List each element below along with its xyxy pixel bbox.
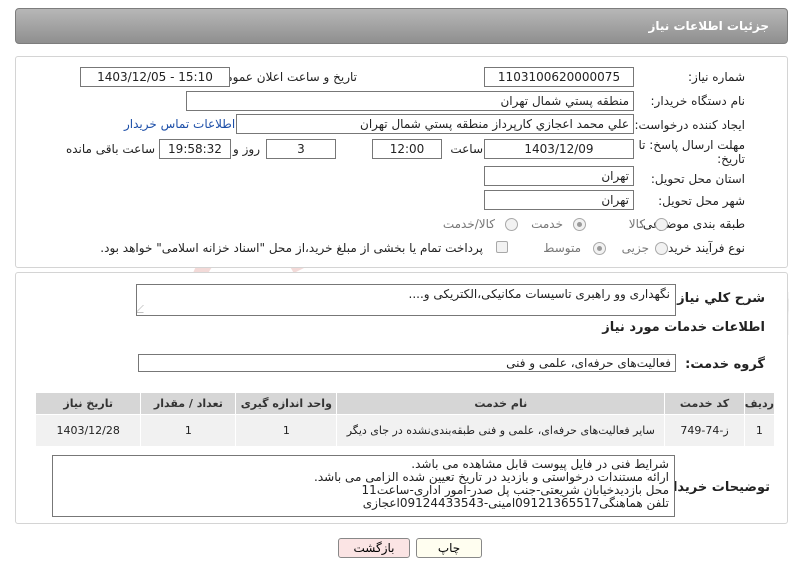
deadline-label-line2: تاریخ:	[717, 152, 745, 166]
announce-datetime-label: تاریخ و ساعت اعلان عمومی:	[212, 70, 357, 84]
province-field: تهران	[484, 166, 634, 186]
process-radio-minor[interactable]	[655, 242, 668, 255]
col-header-need-date: تاریخ نیاز	[34, 392, 142, 415]
page-title: جزئیات اطلاعات نیاز	[648, 19, 769, 33]
need-info-panel	[15, 56, 788, 268]
remaining-time-field: 19:58:32	[159, 139, 231, 159]
print-button[interactable]: چاپ	[416, 538, 482, 558]
province-label: استان محل تحویل:	[650, 172, 745, 186]
page-header: جزئیات اطلاعات نیاز	[15, 8, 788, 44]
col-header-quantity: تعداد / مقدار	[140, 392, 237, 415]
table-header-row: ردیف کد خدمت نام خدمت واحد اندازه گیری ت…	[34, 392, 776, 415]
remaining-time-label: ساعت باقی مانده	[65, 142, 155, 156]
cell-quantity: 1	[140, 414, 237, 447]
remaining-days-field: 3	[266, 139, 336, 159]
cell-need-date: 1403/12/28	[34, 414, 142, 447]
table-row: 1 ز-74-749 سایر فعالیت‌های حرفه‌ای، علمی…	[34, 414, 776, 447]
category-option-goods-service: کالا/خدمت	[442, 217, 495, 231]
service-group-label: گروه خدمت:	[685, 357, 765, 372]
need-number-label: شماره نیاز:	[688, 70, 745, 84]
need-number-field: 1103100620000075	[484, 67, 634, 87]
deadline-time-field: 12:00	[372, 139, 442, 159]
service-group-field: فعالیت‌های حرفه‌ای، علمی و فنی	[138, 354, 676, 372]
process-option-medium: متوسط	[543, 241, 581, 255]
deadline-label-line1: مهلت ارسال پاسخ: تا	[638, 138, 745, 152]
buyer-notes-box[interactable]: شرایط فنی در فایل پیوست قابل مشاهده می ب…	[52, 455, 675, 517]
category-radio-service[interactable]	[573, 218, 586, 231]
process-label: نوع فرآیند خرید :	[660, 241, 745, 255]
category-option-goods: کالا	[628, 217, 645, 231]
buyer-org-field: منطقه پستي شمال تهران	[186, 91, 634, 111]
resize-grip-icon[interactable]	[137, 305, 151, 313]
category-radio-goods[interactable]	[655, 218, 668, 231]
summary-label: شرح کلي نياز:	[671, 291, 765, 306]
cell-unit: 1	[235, 414, 338, 447]
remaining-days-label: روز و	[233, 142, 260, 156]
summary-textarea[interactable]: نگهداری وو راهبری تاسیسات مکانیکی،الکتری…	[136, 284, 676, 316]
cell-row-number: 1	[743, 414, 776, 447]
cell-service-code: ز-74-749	[664, 414, 745, 447]
treasury-payment-checkbox[interactable]	[496, 241, 508, 253]
deadline-time-label: ساعت	[450, 142, 483, 156]
category-option-service: خدمت	[531, 217, 563, 231]
back-button[interactable]: بازگشت	[338, 538, 410, 558]
process-radio-medium[interactable]	[593, 242, 606, 255]
need-details-page: جزئیات اطلاعات نیاز AriaTender.neT شماره…	[0, 0, 789, 574]
col-header-row-number: ردیف	[743, 392, 776, 415]
treasury-payment-note: پرداخت تمام یا بخشی از مبلغ خرید،از محل …	[100, 241, 483, 255]
buyer-notes-label: توضیحات خریدار:	[660, 480, 770, 495]
buyer-org-label: نام دستگاه خریدار:	[650, 94, 746, 108]
process-option-minor: جزیی	[621, 241, 649, 255]
city-label: شهر محل تحویل:	[658, 194, 745, 208]
cell-service-name: سایر فعالیت‌های حرفه‌ای، علمی و فنی طبقه…	[336, 414, 666, 447]
col-header-service-code: کد خدمت	[664, 392, 745, 415]
requester-label: ایجاد کننده درخواست:	[634, 118, 745, 132]
summary-text: نگهداری وو راهبری تاسیسات مکانیکی،الکتری…	[408, 287, 670, 301]
buyer-contact-link[interactable]: اطلاعات تماس خریدار	[124, 117, 235, 131]
col-header-service-name: نام خدمت	[336, 392, 666, 415]
col-header-unit: واحد اندازه گیری	[235, 392, 338, 415]
deadline-date-field: 1403/12/09	[484, 139, 634, 159]
city-field: تهران	[484, 190, 634, 210]
services-table: ردیف کد خدمت نام خدمت واحد اندازه گیری ت…	[34, 392, 776, 447]
category-radio-goods-service[interactable]	[505, 218, 518, 231]
buyer-notes-line: تلفن هماهنگی09121365517امینی-09124433543…	[362, 496, 669, 510]
announce-datetime-field: 1403/12/05 - 15:10	[80, 67, 230, 87]
requester-field: علي محمد اعجازي کارپرداز منطقه پستي شمال…	[236, 114, 634, 134]
services-section-title: اطلاعات خدمات مورد نیاز	[602, 320, 765, 335]
